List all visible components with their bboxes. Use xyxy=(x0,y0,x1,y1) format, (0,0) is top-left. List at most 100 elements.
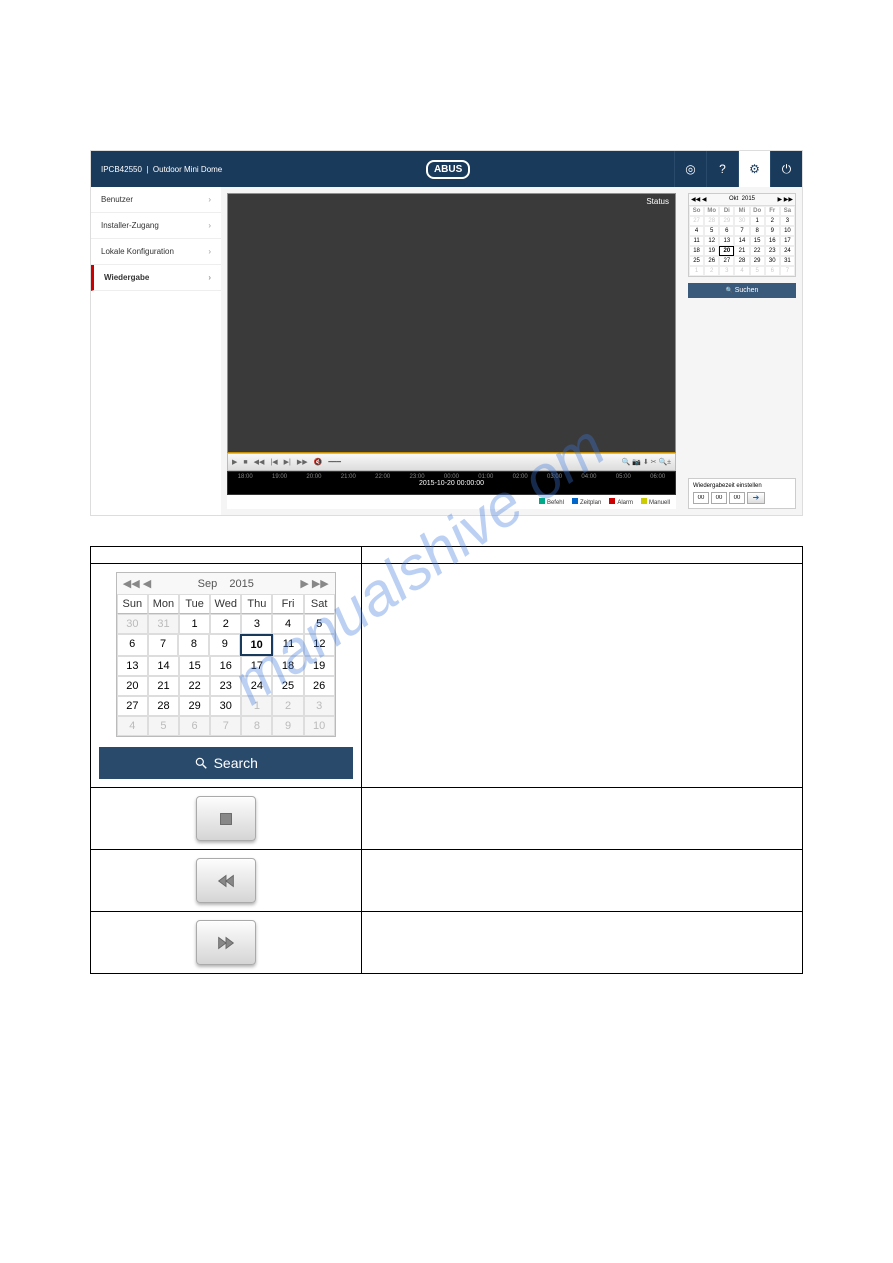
calendar-day[interactable]: 25 xyxy=(272,676,303,696)
stop-icon[interactable]: ■ xyxy=(243,459,247,466)
calendar-day[interactable]: 6 xyxy=(117,634,148,656)
calendar-day[interactable]: 10 xyxy=(240,634,273,656)
sec-input[interactable] xyxy=(729,492,745,504)
calendar-day[interactable]: 12 xyxy=(304,634,335,656)
calendar-day[interactable]: 16 xyxy=(210,656,241,676)
calendar-day[interactable]: 27 xyxy=(117,696,148,716)
settings-icon[interactable]: ⚙ xyxy=(738,151,770,187)
calendar-day[interactable]: 27 xyxy=(719,256,734,266)
calendar-day[interactable]: 9 xyxy=(272,716,303,736)
rewind-icon[interactable]: ◀◀ xyxy=(254,458,265,466)
step-back-icon[interactable]: |◀ xyxy=(270,458,277,466)
calendar-day[interactable]: 7 xyxy=(734,226,749,236)
cal-next-icon[interactable]: ▶ ▶▶ xyxy=(777,196,793,203)
calendar-day[interactable]: 3 xyxy=(241,614,272,634)
calendar-day[interactable]: 18 xyxy=(272,656,303,676)
calendar-day[interactable]: 31 xyxy=(148,614,179,634)
calendar-day[interactable]: 20 xyxy=(117,676,148,696)
calendar-day[interactable]: 18 xyxy=(689,246,704,256)
calendar-day[interactable]: 11 xyxy=(273,634,304,656)
calendar-day[interactable]: 10 xyxy=(304,716,335,736)
calendar-day[interactable]: 26 xyxy=(304,676,335,696)
calendar-day[interactable]: 31 xyxy=(780,256,795,266)
sidebar-item-lokale[interactable]: Lokale Konfiguration › xyxy=(91,239,221,265)
calendar-day[interactable]: 6 xyxy=(719,226,734,236)
min-input[interactable] xyxy=(711,492,727,504)
calendar-day[interactable]: 30 xyxy=(210,696,241,716)
calendar-day[interactable]: 1 xyxy=(750,216,765,226)
calendar-day[interactable]: 22 xyxy=(179,676,210,696)
calendar-day[interactable]: 28 xyxy=(148,696,179,716)
volume-slider[interactable]: ━━━ xyxy=(328,458,341,466)
calendar-day[interactable]: 3 xyxy=(719,266,734,276)
calendar-day[interactable]: 29 xyxy=(750,256,765,266)
live-icon[interactable]: ◎ xyxy=(674,151,706,187)
calendar-day[interactable]: 26 xyxy=(704,256,719,266)
mute-icon[interactable]: 🔇 xyxy=(314,458,323,466)
calendar-day[interactable]: 9 xyxy=(765,226,780,236)
calendar-day[interactable]: 20 xyxy=(719,246,734,256)
calendar-day[interactable]: 24 xyxy=(241,676,272,696)
calendar-day[interactable]: 16 xyxy=(765,236,780,246)
rewind-button[interactable] xyxy=(196,858,256,903)
calendar-day[interactable]: 5 xyxy=(304,614,335,634)
big-calendar[interactable]: ◀◀ ◀ Sep 2015 ▶ ▶▶ SunMonTueWedThuFriSat… xyxy=(116,572,336,737)
calendar-day[interactable]: 30 xyxy=(734,216,749,226)
calendar-day[interactable]: 21 xyxy=(734,246,749,256)
calendar-day[interactable]: 13 xyxy=(117,656,148,676)
calendar-day[interactable]: 1 xyxy=(179,614,210,634)
calendar-day[interactable]: 10 xyxy=(780,226,795,236)
calendar-day[interactable]: 8 xyxy=(241,716,272,736)
sidebar-item-installer[interactable]: Installer-Zugang › xyxy=(91,213,221,239)
calendar-day[interactable]: 14 xyxy=(148,656,179,676)
calendar-day[interactable]: 19 xyxy=(304,656,335,676)
calendar-day[interactable]: 28 xyxy=(704,216,719,226)
calendar-day[interactable]: 4 xyxy=(117,716,148,736)
calendar-day[interactable]: 15 xyxy=(179,656,210,676)
calendar-day[interactable]: 2 xyxy=(765,216,780,226)
calendar-day[interactable]: 3 xyxy=(304,696,335,716)
calendar-day[interactable]: 4 xyxy=(734,266,749,276)
calendar-day[interactable]: 17 xyxy=(241,656,272,676)
calendar-day[interactable]: 30 xyxy=(117,614,148,634)
search-button[interactable]: Suchen xyxy=(688,283,796,298)
calendar-day[interactable]: 25 xyxy=(689,256,704,266)
power-icon[interactable]: ⏻ xyxy=(770,151,802,187)
calendar-day[interactable]: 6 xyxy=(179,716,210,736)
calendar-day[interactable]: 28 xyxy=(734,256,749,266)
calendar-day[interactable]: 8 xyxy=(178,634,209,656)
calendar-day[interactable]: 11 xyxy=(689,236,704,246)
calendar-day[interactable]: 23 xyxy=(210,676,241,696)
calendar-day[interactable]: 7 xyxy=(780,266,795,276)
calendar-day[interactable]: 5 xyxy=(704,226,719,236)
calendar-day[interactable]: 14 xyxy=(734,236,749,246)
calendar-day[interactable]: 15 xyxy=(750,236,765,246)
calendar-day[interactable]: 29 xyxy=(719,216,734,226)
calendar-day[interactable]: 24 xyxy=(780,246,795,256)
calendar-day[interactable]: 5 xyxy=(750,266,765,276)
calendar-day[interactable]: 1 xyxy=(689,266,704,276)
video-viewport[interactable]: Status xyxy=(227,193,676,453)
big-search-button[interactable]: Search xyxy=(99,747,353,779)
calendar-day[interactable]: 2 xyxy=(210,614,241,634)
calendar-day[interactable]: 19 xyxy=(704,246,719,256)
calendar-day[interactable]: 7 xyxy=(148,634,179,656)
right-tools[interactable]: 🔍 📷 ⬇ ✂ 🔍± xyxy=(622,458,672,466)
calendar-day[interactable]: 6 xyxy=(765,266,780,276)
calendar-day[interactable]: 7 xyxy=(210,716,241,736)
cal-next-icon[interactable]: ▶ ▶▶ xyxy=(300,577,328,590)
mini-calendar[interactable]: ◀◀ ◀ Okt 2015 ▶ ▶▶ SoMoDiMiDoFrSa 272829… xyxy=(688,193,796,277)
calendar-day[interactable]: 1 xyxy=(241,696,272,716)
calendar-day[interactable]: 2 xyxy=(704,266,719,276)
calendar-day[interactable]: 9 xyxy=(209,634,240,656)
help-icon[interactable]: ? xyxy=(706,151,738,187)
calendar-day[interactable]: 17 xyxy=(780,236,795,246)
calendar-day[interactable]: 2 xyxy=(272,696,303,716)
calendar-day[interactable]: 8 xyxy=(750,226,765,236)
calendar-day[interactable]: 21 xyxy=(148,676,179,696)
calendar-day[interactable]: 12 xyxy=(704,236,719,246)
fastfwd-icon[interactable]: ▶▶ xyxy=(297,458,308,466)
hour-input[interactable] xyxy=(693,492,709,504)
stop-button[interactable] xyxy=(196,796,256,841)
go-button[interactable]: ➔ xyxy=(747,492,765,504)
